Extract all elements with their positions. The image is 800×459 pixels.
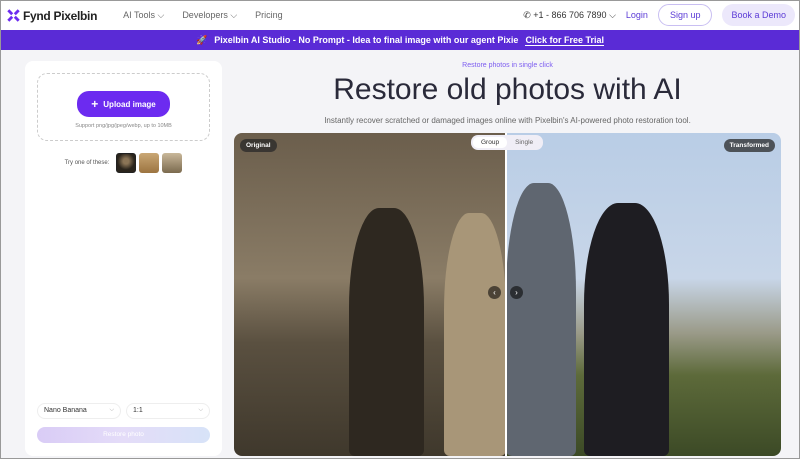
pixelbin-logo-icon: [7, 9, 20, 22]
book-demo-button[interactable]: Book a Demo: [722, 4, 795, 26]
plus-icon: +: [91, 97, 99, 111]
nav-developers[interactable]: Developers ⌵: [182, 10, 237, 21]
chevron-down-icon: ⌵: [198, 407, 203, 413]
chevron-left-icon[interactable]: ‹: [488, 286, 501, 299]
phone-icon: ✆: [523, 9, 531, 20]
restore-photo-button[interactable]: Restore photo: [37, 427, 210, 443]
tab-group[interactable]: Group: [473, 137, 508, 148]
page-subtitle: Instantly recover scratched or damaged i…: [324, 116, 691, 125]
original-label: Original: [240, 139, 277, 152]
try-label: Try one of these:: [64, 160, 110, 166]
aspect-ratio-select[interactable]: 1:1 ⌵: [126, 403, 210, 419]
transformed-image: [506, 133, 781, 456]
chevron-right-icon[interactable]: ›: [510, 286, 523, 299]
free-trial-link[interactable]: Click for Free Trial: [525, 35, 604, 46]
upload-image-button[interactable]: + Upload image: [77, 91, 170, 117]
promo-banner: 🚀 Pixelbin AI Studio - No Prompt - Idea …: [1, 30, 799, 50]
logo[interactable]: Fynd Pixelbin: [7, 9, 97, 23]
view-toggle: Group Single: [471, 135, 544, 150]
top-nav: Fynd Pixelbin AI Tools ⌵ Developers ⌵ Pr…: [1, 1, 799, 30]
signup-button[interactable]: Sign up: [657, 4, 713, 26]
before-after-comparison[interactable]: ‹ › Original Transformed Group Single: [234, 133, 781, 456]
sample-thumbnail[interactable]: [139, 153, 160, 173]
sample-thumbnail[interactable]: [162, 153, 183, 173]
brand-name: Fynd Pixelbin: [23, 8, 98, 23]
rocket-icon: 🚀: [196, 34, 208, 45]
nav-ai-tools[interactable]: AI Tools ⌵: [123, 10, 164, 21]
tab-single[interactable]: Single: [507, 137, 541, 148]
login-link[interactable]: Login: [626, 10, 648, 20]
comparison-slider-handle[interactable]: [505, 133, 507, 456]
nav-pricing[interactable]: Pricing: [255, 10, 283, 21]
upload-dropzone[interactable]: + Upload image Support png/jpg/jpeg/webp,…: [37, 73, 210, 141]
sidebar-panel: + Upload image Support png/jpg/jpeg/webp,…: [25, 61, 222, 456]
phone-dropdown[interactable]: ✆ +1 - 866 706 7890 ⌵: [523, 10, 616, 21]
tagline: Restore photos in single click: [462, 62, 553, 69]
model-select[interactable]: Nano Banana ⌵: [37, 403, 121, 419]
page-title: Restore old photos with AI: [333, 73, 682, 106]
transformed-label: Transformed: [723, 139, 775, 152]
banner-text: Pixelbin AI Studio - No Prompt - Idea to…: [214, 35, 519, 45]
chevron-down-icon: ⌵: [109, 407, 114, 413]
original-image: [234, 133, 506, 456]
sample-thumbnail[interactable]: [116, 153, 137, 173]
upload-support-text: Support png/jpg/jpeg/webp, up to 10MB: [75, 123, 172, 129]
